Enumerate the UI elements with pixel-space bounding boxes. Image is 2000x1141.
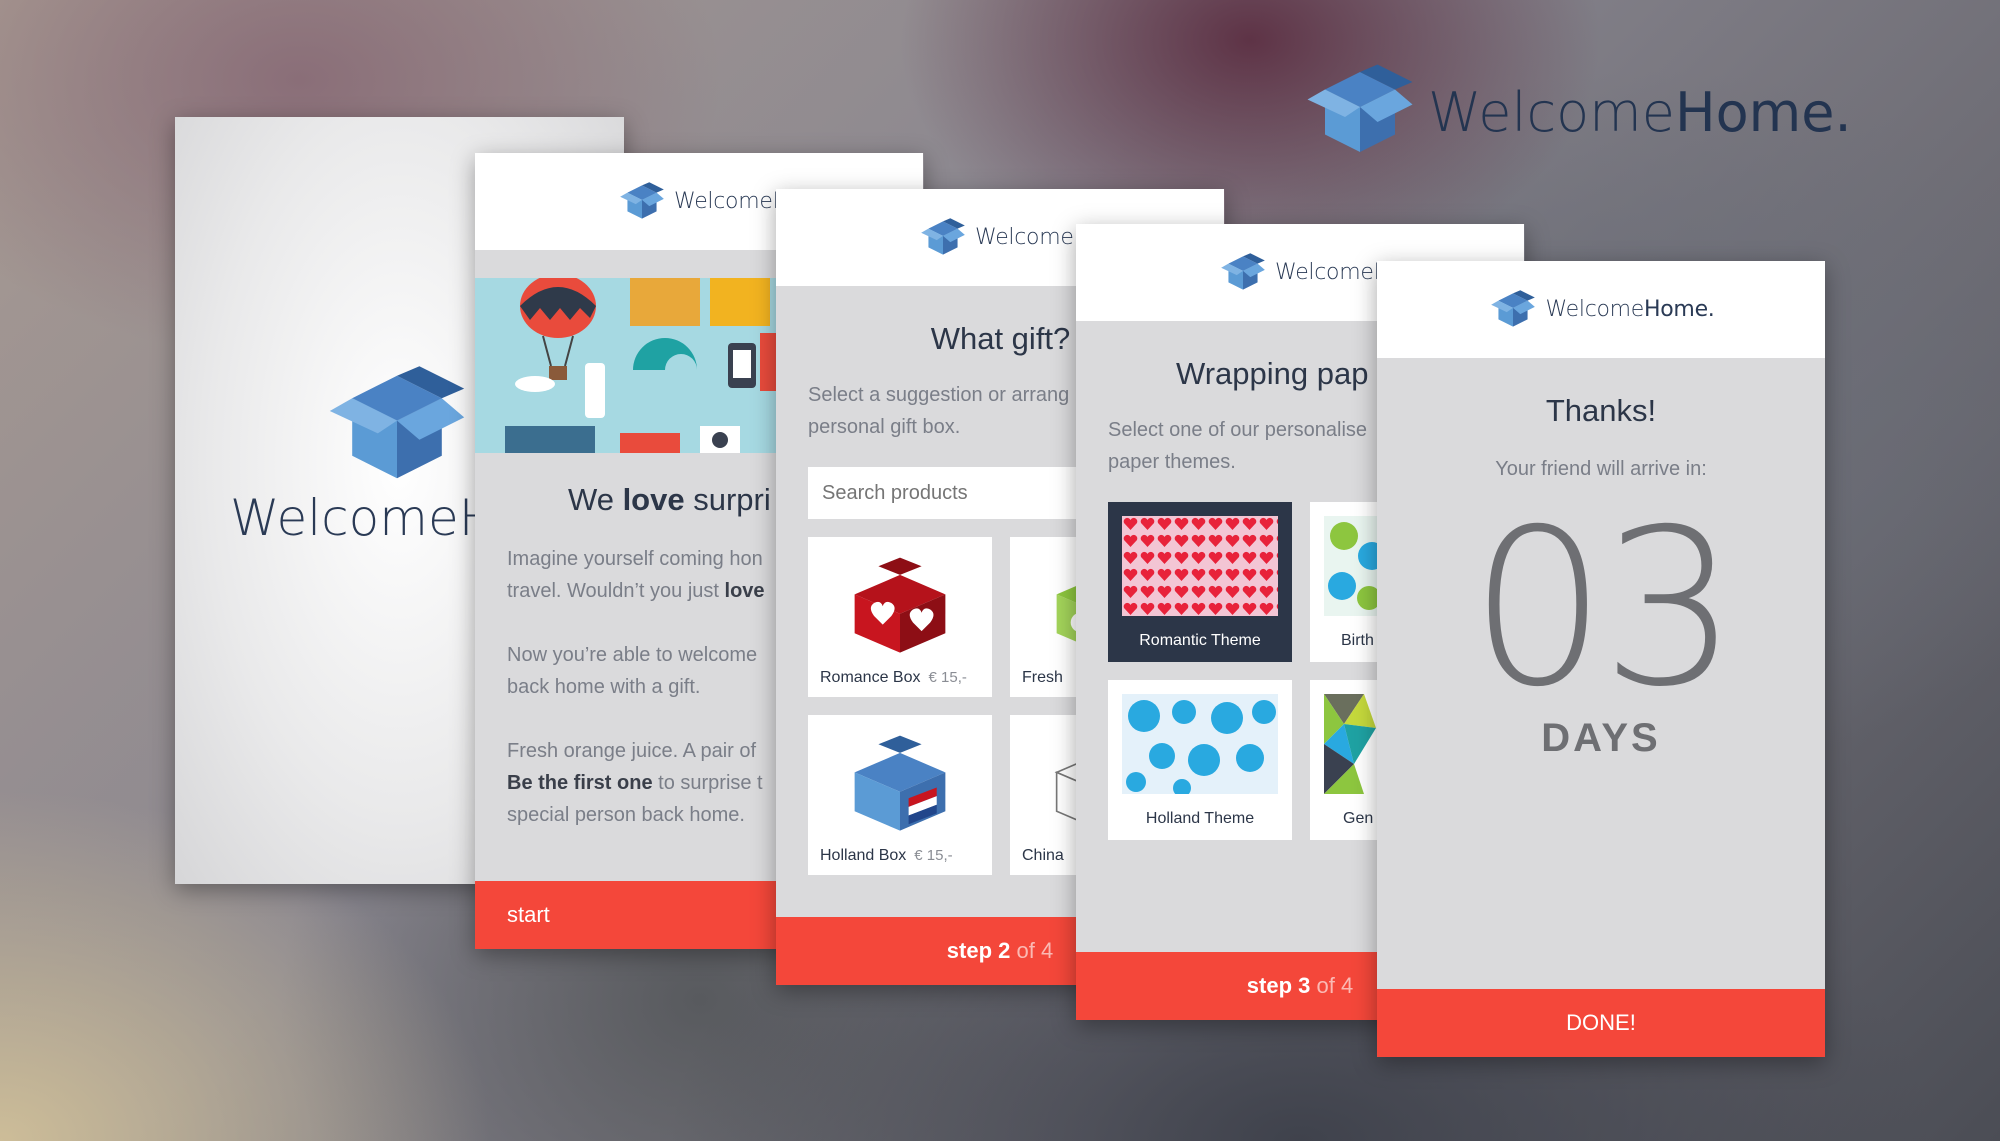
theme-card-romantic[interactable]: Romantic Theme <box>1108 502 1292 662</box>
app-header: WelcomeHome. <box>1377 261 1825 358</box>
thanks-title: Thanks! <box>1545 393 1657 428</box>
holland-box-icon <box>854 735 946 831</box>
product-name: China <box>1022 847 1064 864</box>
wrapping-intro: Select one of our personalise paper them… <box>1108 419 1368 473</box>
hearts-pattern <box>1122 516 1278 616</box>
box-logo-icon <box>921 217 965 255</box>
theme-card-holland[interactable]: Holland Theme <box>1108 680 1292 840</box>
product-price: € 15,- <box>914 847 953 864</box>
box-logo-icon <box>620 181 664 219</box>
countdown-number: 03 <box>1469 483 1739 734</box>
romance-box-icon <box>854 557 946 653</box>
box-logo-icon <box>1307 64 1413 152</box>
start-label: start <box>507 902 550 927</box>
theme-label: Gen <box>1343 810 1374 827</box>
box-logo-icon <box>1491 289 1536 327</box>
box-logo-icon <box>1221 252 1265 290</box>
holland-pattern <box>1122 694 1278 794</box>
theme-label: Romantic Theme <box>1139 632 1261 649</box>
theme-label: Holland Theme <box>1145 810 1255 827</box>
thanks-subtitle: Your friend will arrive in: <box>1495 458 1707 480</box>
intro-text: Imagine yourself coming hon travel. Woul… <box>507 548 765 826</box>
product-name: Fresh <box>1022 669 1063 686</box>
wrapping-title: Wrapping pap <box>1176 356 1369 391</box>
done-label: DONE! <box>1566 1010 1636 1035</box>
product-name: Romance Box <box>820 669 921 686</box>
box-logo-icon <box>329 366 465 479</box>
intro-title: We love surpri <box>568 482 771 517</box>
gift-intro: Select a suggestion or arrang personal g… <box>808 384 1070 438</box>
countdown-unit: DAYS <box>1541 716 1661 760</box>
header-wordmark: WelcomeHome. <box>1545 297 1715 322</box>
theme-label: Birth <box>1341 632 1374 649</box>
brand-logo: WelcomeHome. <box>1296 62 1852 162</box>
product-name: Holland Box <box>820 847 907 864</box>
product-card-romance[interactable]: Romance Box € 15,- <box>808 537 992 697</box>
done-button[interactable]: DONE! <box>1377 989 1825 1057</box>
brand-wordmark: WelcomeHome. <box>1428 80 1852 144</box>
product-card-holland[interactable]: Holland Box € 15,- <box>808 715 992 875</box>
thanks-screen: WelcomeHome. Thanks! Your friend will ar… <box>1377 261 1825 1057</box>
product-price: € 15,- <box>928 669 967 686</box>
